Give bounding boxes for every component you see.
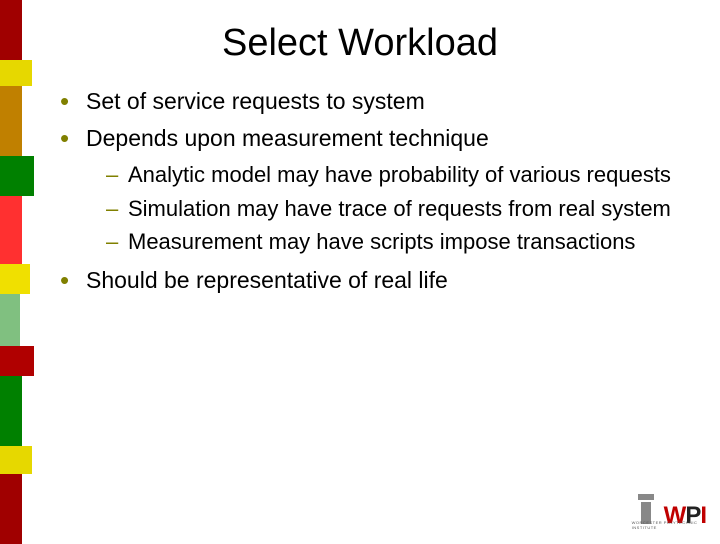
bullet-item: •Set of service requests to system [60,86,690,117]
sub-bullet-text: Analytic model may have probability of v… [128,160,690,190]
dash-icon: – [106,227,128,257]
logo-subtitle: WORCESTER POLYTECHNIC INSTITUTE [632,520,704,530]
bullet-icon: • [60,86,86,114]
sub-bullet-item: –Analytic model may have probability of … [106,160,690,190]
sidebar-segment [0,474,22,544]
decorative-sidebar [0,0,44,540]
bullet-item: •Depends upon measurement technique [60,123,690,154]
bullet-text: Should be representative of real life [86,265,690,296]
sidebar-segment [0,156,34,196]
sub-bullet-item: –Measurement may have scripts impose tra… [106,227,690,257]
bullet-text: Depends upon measurement technique [86,123,690,154]
sidebar-segment [0,86,22,156]
sub-bullet-text: Simulation may have trace of requests fr… [128,194,690,224]
dash-icon: – [106,194,128,224]
dash-icon: – [106,160,128,190]
slide-title: Select Workload [0,22,720,65]
bullet-text: Set of service requests to system [86,86,690,117]
bullet-item: •Should be representative of real life [60,265,690,296]
sub-bullet-item: –Simulation may have trace of requests f… [106,194,690,224]
sidebar-segment [0,376,22,456]
bullet-icon: • [60,123,86,151]
bullet-icon: • [60,265,86,293]
wpi-logo: WPI WORCESTER POLYTECHNIC INSTITUTE [632,494,706,530]
sub-bullet-text: Measurement may have scripts impose tran… [128,227,690,257]
slide-body: •Set of service requests to system•Depen… [60,86,690,302]
sidebar-segment [0,346,34,376]
sidebar-segment [0,446,32,474]
sidebar-segment [0,264,30,294]
sub-bullet-list: –Analytic model may have probability of … [106,160,690,257]
